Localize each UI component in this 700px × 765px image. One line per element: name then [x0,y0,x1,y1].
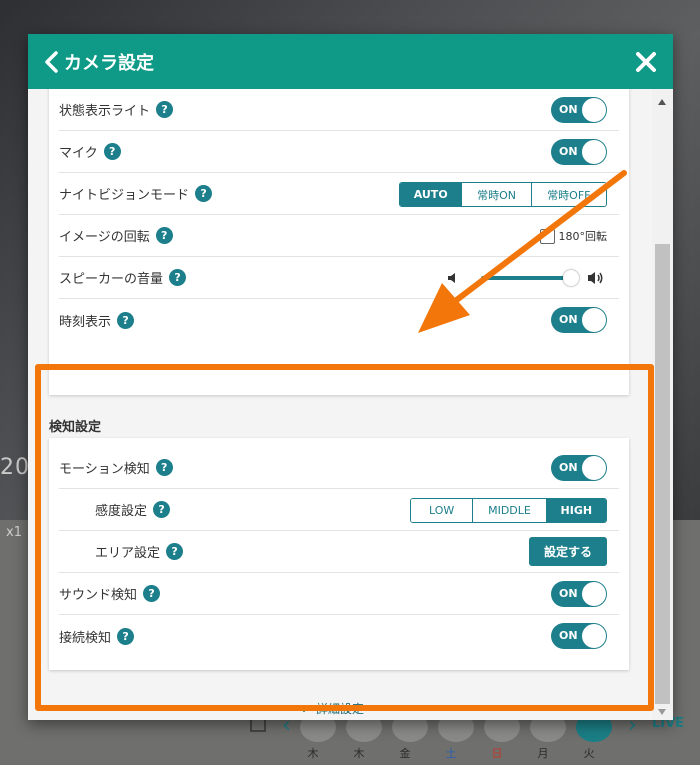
modal-title: カメラ設定 [64,53,154,74]
scroll-up-arrow-icon[interactable] [658,99,666,105]
speaker-volume-label: スピーカーの音量 ? [59,268,187,287]
annotation-arrow-icon [418,170,627,333]
weekday-label: 日 [491,747,503,760]
label-text: 時刻表示 [59,314,112,330]
weekday-label: 土 [445,747,457,760]
close-icon[interactable] [634,50,658,74]
modal-header: カメラ設定 [28,34,673,89]
label-text: スピーカーの音量 [59,272,164,287]
row-status-light: 状態表示ライト ? ON [59,89,619,131]
scroll-down-arrow-icon[interactable] [658,709,666,715]
mic-toggle[interactable]: ON [551,139,607,165]
label-text: イメージの回転 [59,230,150,245]
label-text: ナイトビジョンモード [59,188,190,203]
toggle-state: ON [559,145,578,158]
help-icon[interactable]: ? [195,185,213,202]
weekday-label: 木 [307,747,319,760]
toggle-state: ON [559,103,578,116]
annotation-highlight-box [35,364,654,711]
calendar-icon [250,718,266,732]
night-vision-label: ナイトビジョンモード ? [59,184,213,203]
label-text: 状態表示ライト [59,104,151,119]
status-light-toggle[interactable]: ON [551,97,607,123]
status-light-label: 状態表示ライト ? [59,100,174,119]
help-icon[interactable]: ? [155,227,173,244]
mic-label: マイク ? [59,142,121,161]
vertical-scrollbar[interactable] [652,89,673,720]
weekday-label: 金 [399,747,411,760]
label-text: マイク [59,146,98,161]
chevron-left-icon[interactable] [42,50,62,74]
zoom-scale: x1 [6,525,22,540]
toggle-knob [582,98,606,122]
weekday-label: 木 [353,747,365,760]
rotation-label: イメージの回転 ? [59,226,173,245]
toggle-knob [582,140,606,164]
scrollbar-thumb[interactable] [655,244,670,704]
help-icon[interactable]: ? [156,101,174,118]
weekday-label: 火 [583,747,595,760]
weekday-label: 月 [537,747,549,760]
weekday-row: 木 木 金 土 日 月 火 [290,745,612,761]
help-icon[interactable]: ? [117,311,135,329]
help-icon[interactable]: ? [103,143,121,160]
help-icon[interactable]: ? [169,269,187,286]
time-display-label: 時刻表示 ? [59,311,135,330]
